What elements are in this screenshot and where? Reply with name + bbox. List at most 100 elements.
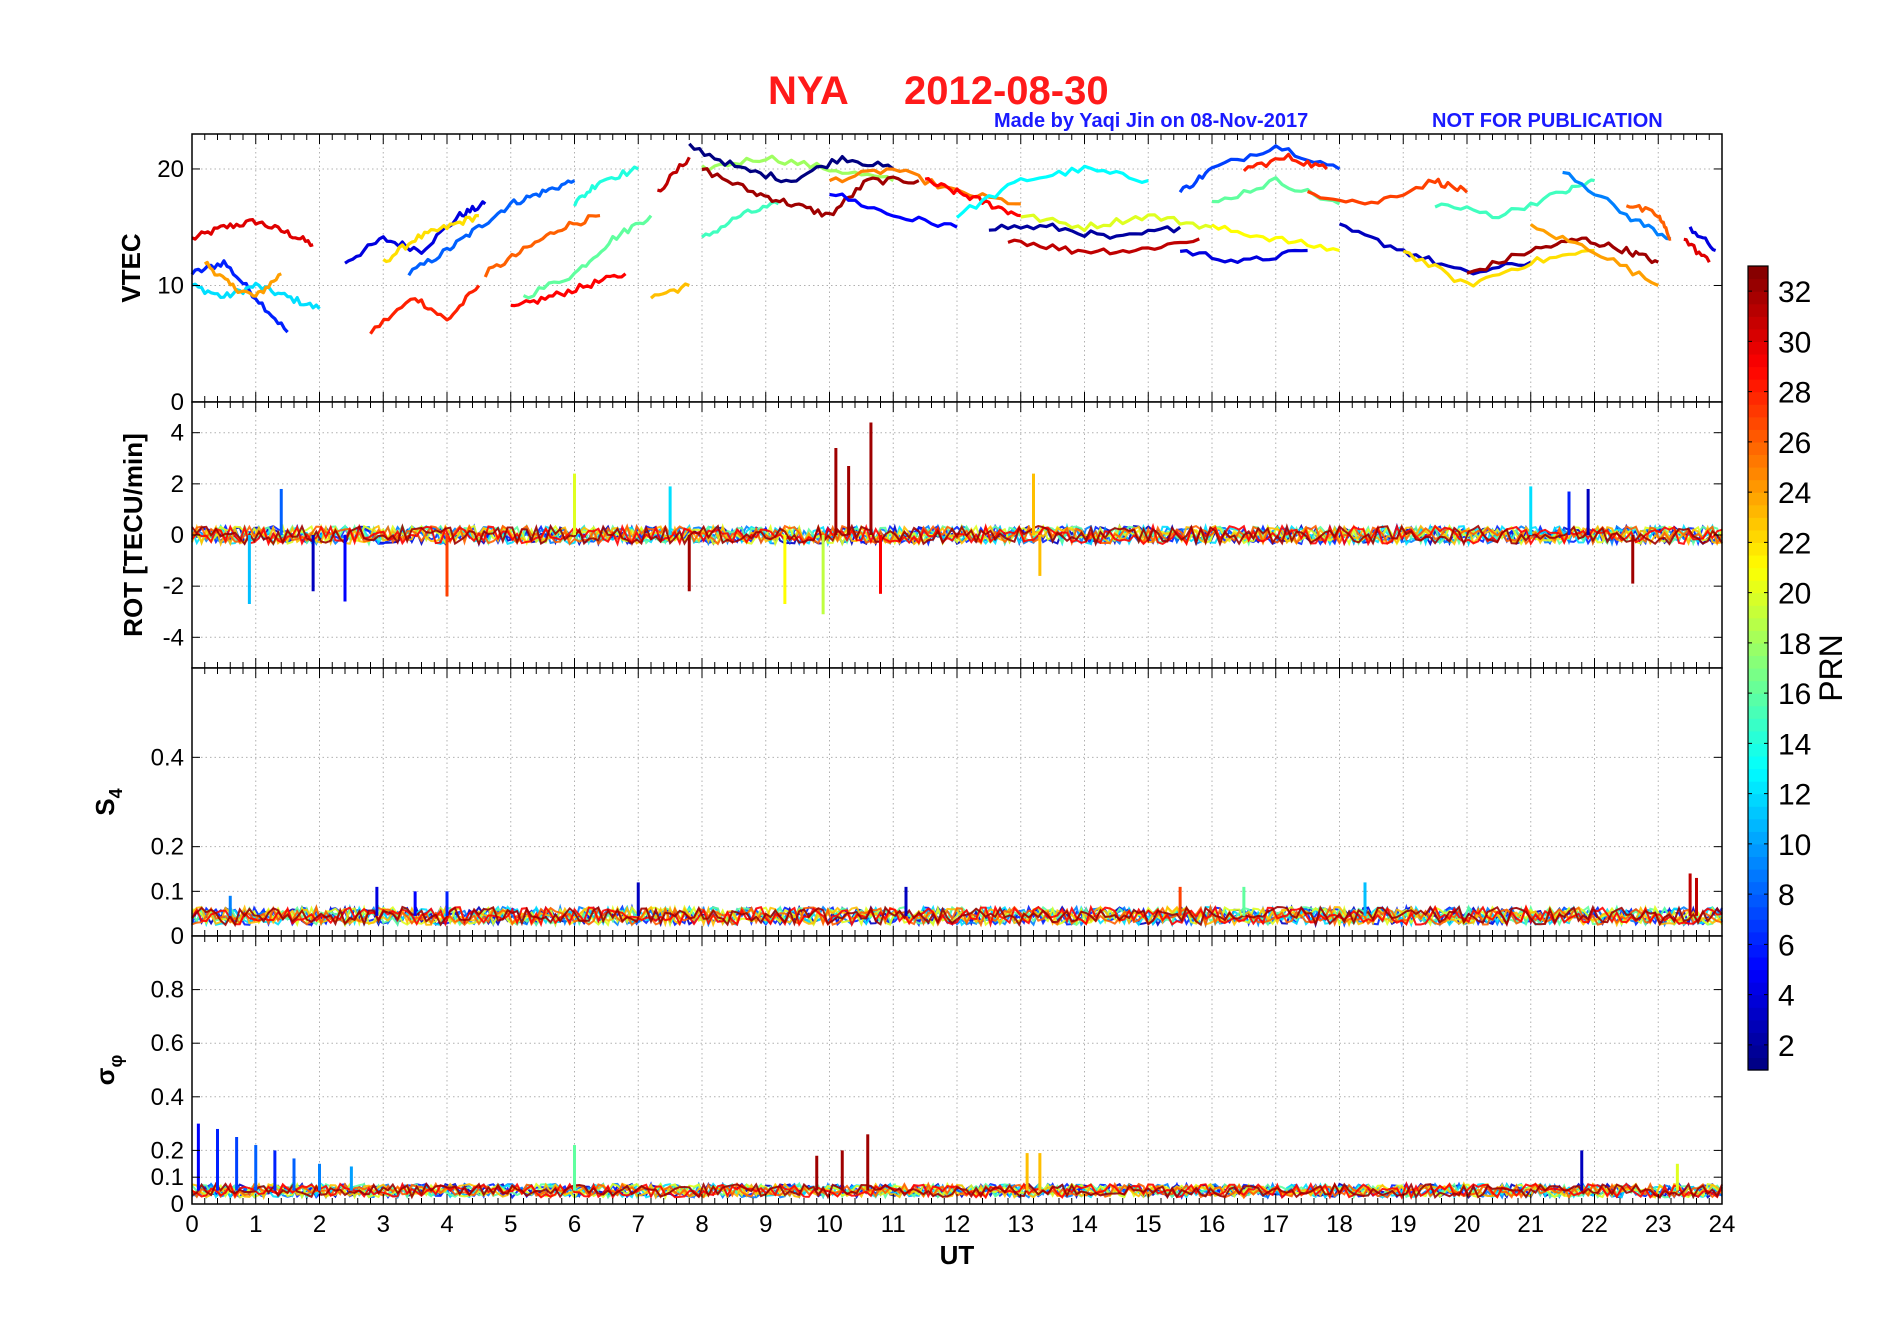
colorbar-segment — [1748, 454, 1768, 468]
y-tick-label: 0 — [171, 389, 184, 416]
colorbar-segment — [1748, 994, 1768, 1008]
colorbar-tick-label: 16 — [1778, 678, 1811, 711]
colorbar-segment — [1748, 328, 1768, 342]
y-tick-label: 10 — [157, 272, 184, 299]
colorbar-segment — [1748, 554, 1768, 569]
y-tick-label: 0 — [171, 923, 184, 950]
colorbar-tick-label: 14 — [1778, 728, 1811, 761]
colorbar-segment — [1748, 266, 1768, 280]
y-tick-label: 2 — [171, 471, 184, 498]
colorbar-tick-label: 22 — [1778, 527, 1811, 560]
x-tick-label: 7 — [632, 1211, 645, 1238]
x-tick-label: 16 — [1199, 1211, 1226, 1238]
colorbar-tick-label: 2 — [1778, 1030, 1795, 1063]
y-axis-label: ROT [TECU/min] — [118, 433, 148, 637]
y-tick-label: 0.2 — [151, 834, 184, 861]
x-tick-label: 14 — [1071, 1211, 1098, 1238]
x-tick-label: 24 — [1709, 1211, 1736, 1238]
y-tick-label: 4 — [171, 420, 184, 447]
colorbar-tick-label: 18 — [1778, 628, 1811, 661]
x-tick-label: 15 — [1135, 1211, 1162, 1238]
x-tick-label: 23 — [1645, 1211, 1672, 1238]
y-axis-label: VTEC — [116, 233, 146, 303]
figure: NYA 2012-08-30 Made by Yaqi Jin on 08-No… — [90, 69, 1849, 1270]
x-axis-label: UT — [940, 1240, 975, 1270]
colorbar-segment — [1748, 781, 1768, 795]
colorbar-segment — [1748, 944, 1768, 958]
colorbar-segment — [1748, 693, 1768, 707]
x-tick-label: 13 — [1007, 1211, 1034, 1238]
colorbar-segment — [1748, 567, 1768, 581]
x-tick-label: 17 — [1262, 1211, 1289, 1238]
x-tick-label: 18 — [1326, 1211, 1353, 1238]
y-tick-label: 20 — [157, 156, 184, 183]
x-tick-label: 2 — [313, 1211, 326, 1238]
colorbar-segment — [1748, 580, 1768, 594]
colorbar-tick-label: 8 — [1778, 879, 1795, 912]
colorbar-tick-label: 28 — [1778, 377, 1811, 410]
x-tick-label: 8 — [695, 1211, 708, 1238]
colorbar-segment — [1748, 668, 1768, 682]
colorbar-segment — [1748, 655, 1768, 669]
colorbar-segment — [1748, 630, 1768, 644]
y-tick-label: 0.1 — [151, 1164, 184, 1191]
panel-rot: -4 -2 0 2 4 ROT [TECU/min] — [118, 401, 1723, 669]
colorbar-tick-label: 4 — [1778, 980, 1795, 1013]
colorbar-label: PRN — [1813, 634, 1849, 702]
colorbar-tick-label: 12 — [1778, 779, 1811, 812]
x-tick-label: 10 — [816, 1211, 843, 1238]
panels: 01020VTEC-4-2024ROT [TECU/min]00.10.20.4… — [90, 133, 1723, 1218]
y-tick-label: 0 — [171, 1191, 184, 1218]
colorbar-tick-label: 24 — [1778, 477, 1811, 510]
y-tick-label: 0 — [171, 522, 184, 549]
colorbar-segment — [1748, 705, 1768, 719]
title-group: NYA 2012-08-30 Made by Yaqi Jin on 08-No… — [768, 69, 1663, 132]
y-tick-label: -2 — [163, 573, 184, 600]
colorbar-segment — [1748, 1044, 1768, 1059]
colorbar-segment — [1748, 504, 1768, 518]
colorbar-segment — [1748, 919, 1768, 933]
colorbar-segment — [1748, 278, 1768, 292]
plot-area — [192, 936, 1722, 1204]
x-tick-label: 3 — [377, 1211, 390, 1238]
x-tick-label: 6 — [568, 1211, 581, 1238]
colorbar: 2468101214161820222426283032PRN — [1747, 265, 1849, 1071]
x-tick-label: 0 — [185, 1211, 198, 1238]
chart-title-station: NYA — [768, 69, 849, 113]
y-tick-label: 0.4 — [151, 744, 184, 771]
colorbar-segment — [1748, 931, 1768, 945]
x-tick-label: 12 — [944, 1211, 971, 1238]
credit-text: Made by Yaqi Jin on 08-Nov-2017 — [994, 110, 1308, 132]
colorbar-segment — [1748, 1032, 1768, 1046]
colorbar-segment — [1748, 768, 1768, 782]
colorbar-segment — [1748, 818, 1768, 832]
y-tick-label: 0.2 — [151, 1137, 184, 1164]
colorbar-segment — [1748, 730, 1768, 744]
panel-s4: 0 0.1 0.2 0.4 S4 — [90, 667, 1723, 950]
plot-area — [192, 668, 1722, 936]
colorbar-segment — [1748, 529, 1768, 543]
y-axis-label: σφ — [90, 1055, 126, 1086]
colorbar-segment — [1748, 416, 1768, 430]
colorbar-segment — [1748, 680, 1768, 694]
colorbar-tick-label: 6 — [1778, 929, 1795, 962]
colorbar-segment — [1748, 906, 1768, 920]
y-tick-label: 0.1 — [151, 878, 184, 905]
colorbar-segment — [1748, 969, 1768, 983]
colorbar-tick-label: 30 — [1778, 326, 1811, 359]
notice-text: NOT FOR PUBLICATION — [1432, 110, 1663, 132]
panel-sigma_phi: 00.10.2 0.4 0.6 0.8 σφ — [90, 935, 1723, 1218]
colorbar-tick-label: 20 — [1778, 578, 1811, 611]
colorbar-segment — [1748, 303, 1768, 317]
x-tick-label: 22 — [1581, 1211, 1608, 1238]
colorbar-segment — [1748, 718, 1768, 732]
colorbar-segment — [1748, 956, 1768, 971]
x-tick-label: 21 — [1517, 1211, 1544, 1238]
colorbar-segment — [1748, 617, 1768, 631]
panel-vtec: 0 10 20 VTEC — [116, 133, 1723, 416]
colorbar-segment — [1748, 982, 1768, 996]
x-tick-label: 19 — [1390, 1211, 1417, 1238]
colorbar-segment — [1748, 316, 1768, 330]
x-tick-label: 5 — [504, 1211, 517, 1238]
x-tick-label: 9 — [759, 1211, 772, 1238]
